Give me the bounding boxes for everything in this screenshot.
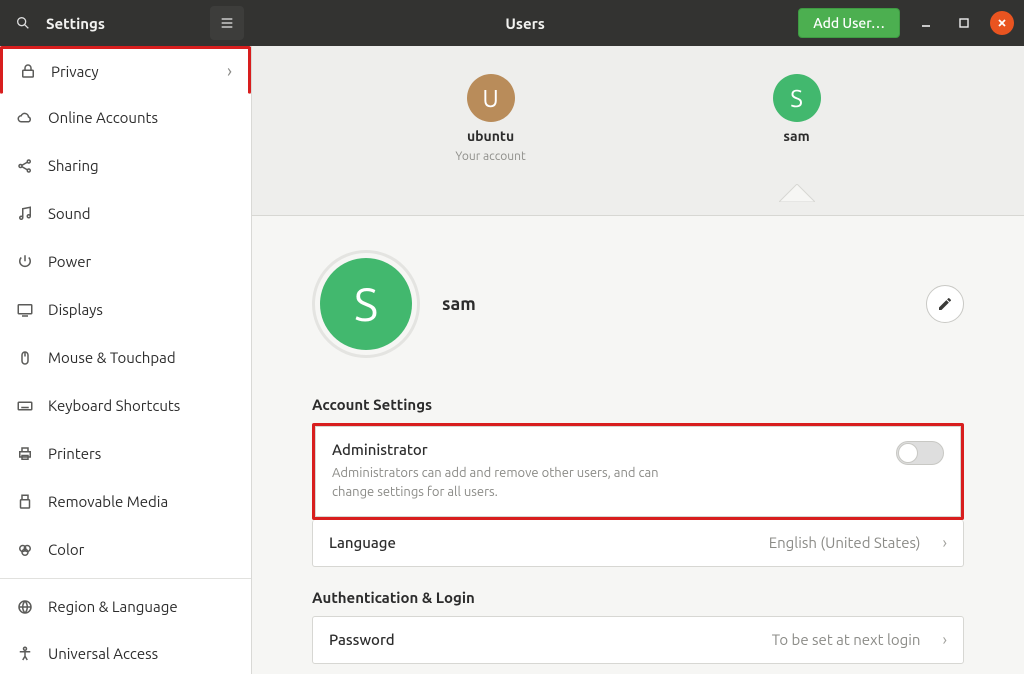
sidebar-item-label: Power xyxy=(48,253,235,270)
password-row[interactable]: Password To be set at next login › xyxy=(313,617,963,663)
sidebar-item-label: Sharing xyxy=(48,157,235,174)
selected-notch-icon xyxy=(779,184,815,202)
cloud-icon xyxy=(16,109,34,127)
edit-name-button[interactable] xyxy=(926,285,964,323)
sidebar-item-sound[interactable]: Sound xyxy=(0,190,251,238)
sidebar-item-label: Removable Media xyxy=(48,493,235,510)
hamburger-icon xyxy=(219,15,235,31)
avatar: S xyxy=(773,74,821,122)
user-name-label: ubuntu xyxy=(467,128,514,144)
user-chip-ubuntu[interactable]: U ubuntu Your account xyxy=(455,74,525,163)
header-left: Settings xyxy=(0,0,252,46)
sidebar-item-mouse-touchpad[interactable]: Mouse & Touchpad xyxy=(0,334,251,382)
search-button[interactable] xyxy=(6,6,40,40)
window-close-button[interactable] xyxy=(990,11,1014,35)
pencil-icon xyxy=(937,296,953,312)
avatar-large: S xyxy=(320,258,412,350)
main-content: U ubuntu Your account S sam S sam Accoun xyxy=(252,46,1024,674)
lock-icon xyxy=(19,62,37,80)
language-label: Language xyxy=(329,534,396,551)
sidebar-item-sharing[interactable]: Sharing xyxy=(0,142,251,190)
admin-highlight-box: Administrator Administrators can add and… xyxy=(312,423,964,520)
sidebar-item-label: Keyboard Shortcuts xyxy=(48,397,235,414)
avatar: U xyxy=(467,74,515,122)
sidebar-separator xyxy=(0,578,251,579)
settings-sidebar: Privacy › Online Accounts Sharing Sound xyxy=(0,46,252,674)
sidebar-item-label: Printers xyxy=(48,445,235,462)
close-icon xyxy=(996,17,1008,29)
search-icon xyxy=(15,15,31,31)
toggle-knob xyxy=(898,443,918,463)
sidebar-item-region-language[interactable]: Region & Language xyxy=(0,583,251,631)
mouse-icon xyxy=(16,349,34,367)
language-row[interactable]: Language English (United States) › xyxy=(313,520,963,566)
header-bar: Settings Users Add User… xyxy=(0,0,1024,46)
user-subtitle: Your account xyxy=(455,150,525,163)
sidebar-item-color[interactable]: Color xyxy=(0,526,251,574)
detail-user-name: sam xyxy=(442,294,476,314)
maximize-icon xyxy=(958,17,970,29)
printer-icon xyxy=(16,445,34,463)
color-icon xyxy=(16,541,34,559)
sidebar-item-label: Mouse & Touchpad xyxy=(48,349,235,366)
chevron-right-icon: › xyxy=(227,61,232,81)
avatar-large-wrap: S xyxy=(312,250,420,358)
header-right: Add User… xyxy=(798,8,1024,38)
globe-icon xyxy=(16,598,34,616)
music-icon xyxy=(16,205,34,223)
chevron-right-icon: › xyxy=(943,631,948,649)
user-detail: S sam Account Settings Administrator Adm… xyxy=(252,216,1024,674)
sidebar-item-printers[interactable]: Printers xyxy=(0,430,251,478)
window-maximize-button[interactable] xyxy=(952,11,976,35)
password-value: To be set at next login xyxy=(772,631,921,648)
minimize-icon xyxy=(920,17,932,29)
sidebar-item-label: Online Accounts xyxy=(48,109,235,126)
user-chip-sam[interactable]: S sam xyxy=(773,74,821,144)
password-label: Password xyxy=(329,631,395,648)
detail-header: S sam xyxy=(312,250,964,358)
sidebar-item-keyboard-shortcuts[interactable]: Keyboard Shortcuts xyxy=(0,382,251,430)
user-name-label: sam xyxy=(783,128,809,144)
menu-button[interactable] xyxy=(210,6,244,40)
sidebar-item-displays[interactable]: Displays xyxy=(0,286,251,334)
administrator-label: Administrator xyxy=(332,441,882,458)
sidebar-item-label: Privacy xyxy=(51,63,213,80)
sidebar-item-power[interactable]: Power xyxy=(0,238,251,286)
sidebar-item-privacy[interactable]: Privacy › xyxy=(0,46,251,94)
account-settings-title: Account Settings xyxy=(312,396,964,413)
sidebar-item-label: Displays xyxy=(48,301,235,318)
keyboard-icon xyxy=(16,397,34,415)
language-value: English (United States) xyxy=(769,534,921,551)
administrator-description: Administrators can add and remove other … xyxy=(332,464,672,502)
sidebar-item-universal-access[interactable]: Universal Access xyxy=(0,631,251,674)
chevron-right-icon: › xyxy=(943,534,948,552)
window-minimize-button[interactable] xyxy=(914,11,938,35)
sidebar-item-label: Region & Language xyxy=(48,598,235,615)
accessibility-icon xyxy=(16,645,34,663)
sidebar-item-label: Universal Access xyxy=(48,645,235,662)
sidebar-item-label: Color xyxy=(48,541,235,558)
add-user-button[interactable]: Add User… xyxy=(798,8,900,38)
administrator-toggle[interactable] xyxy=(896,441,944,465)
usb-icon xyxy=(16,493,34,511)
sidebar-item-label: Sound xyxy=(48,205,235,222)
settings-title: Settings xyxy=(46,15,105,32)
power-icon xyxy=(16,253,34,271)
auth-login-title: Authentication & Login xyxy=(312,589,964,606)
share-icon xyxy=(16,157,34,175)
sidebar-item-online-accounts[interactable]: Online Accounts xyxy=(0,94,251,142)
display-icon xyxy=(16,301,34,319)
user-chooser: U ubuntu Your account S sam xyxy=(252,46,1024,216)
page-title: Users xyxy=(252,15,798,32)
administrator-row[interactable]: Administrator Administrators can add and… xyxy=(316,427,960,516)
sidebar-item-removable-media[interactable]: Removable Media xyxy=(0,478,251,526)
